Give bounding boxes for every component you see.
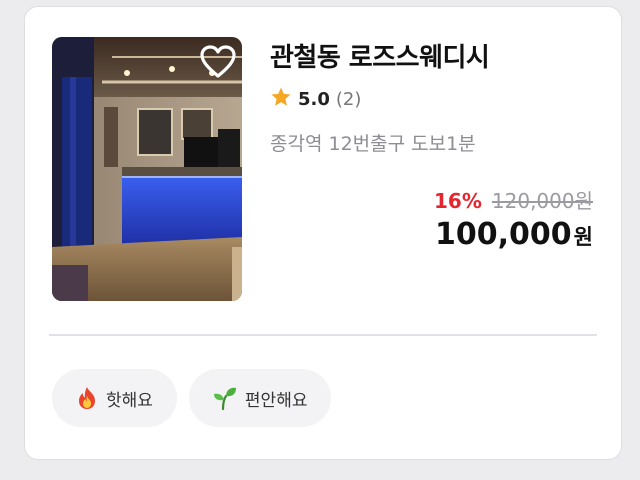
star-icon	[270, 86, 292, 113]
listing-title[interactable]: 관철동 로즈스웨디시	[270, 37, 490, 74]
fire-icon	[76, 386, 98, 410]
tag-hot[interactable]: 핫해요	[52, 369, 177, 427]
location-text: 종각역 12번출구 도보1분	[270, 133, 476, 155]
listing-card[interactable]: 관철동 로즈스웨디시 5.0 (2) 종각역 12번출구 도보1분 16% 12…	[24, 6, 622, 460]
tag-list: 핫해요 편안해요	[52, 369, 332, 427]
tag-comfortable[interactable]: 편안해요	[188, 369, 332, 427]
price-discount-row: 16% 120,000원	[434, 185, 593, 214]
heart-outline-icon[interactable]	[200, 45, 236, 79]
tag-label: 핫해요	[106, 390, 153, 411]
rating-score: 5.0	[298, 88, 330, 110]
final-price-unit: 원	[573, 225, 593, 249]
original-price: 120,000원	[491, 189, 593, 213]
final-price-amount: 100,000	[435, 217, 572, 252]
sprout-icon	[213, 386, 237, 410]
rating-row: 5.0 (2)	[270, 85, 361, 113]
review-count: (2)	[335, 88, 362, 110]
discount-rate: 16%	[434, 189, 482, 213]
tag-label: 편안해요	[244, 390, 308, 411]
listing-thumbnail[interactable]	[52, 37, 242, 301]
final-price: 100,000 원	[435, 217, 593, 252]
divider	[49, 334, 597, 336]
